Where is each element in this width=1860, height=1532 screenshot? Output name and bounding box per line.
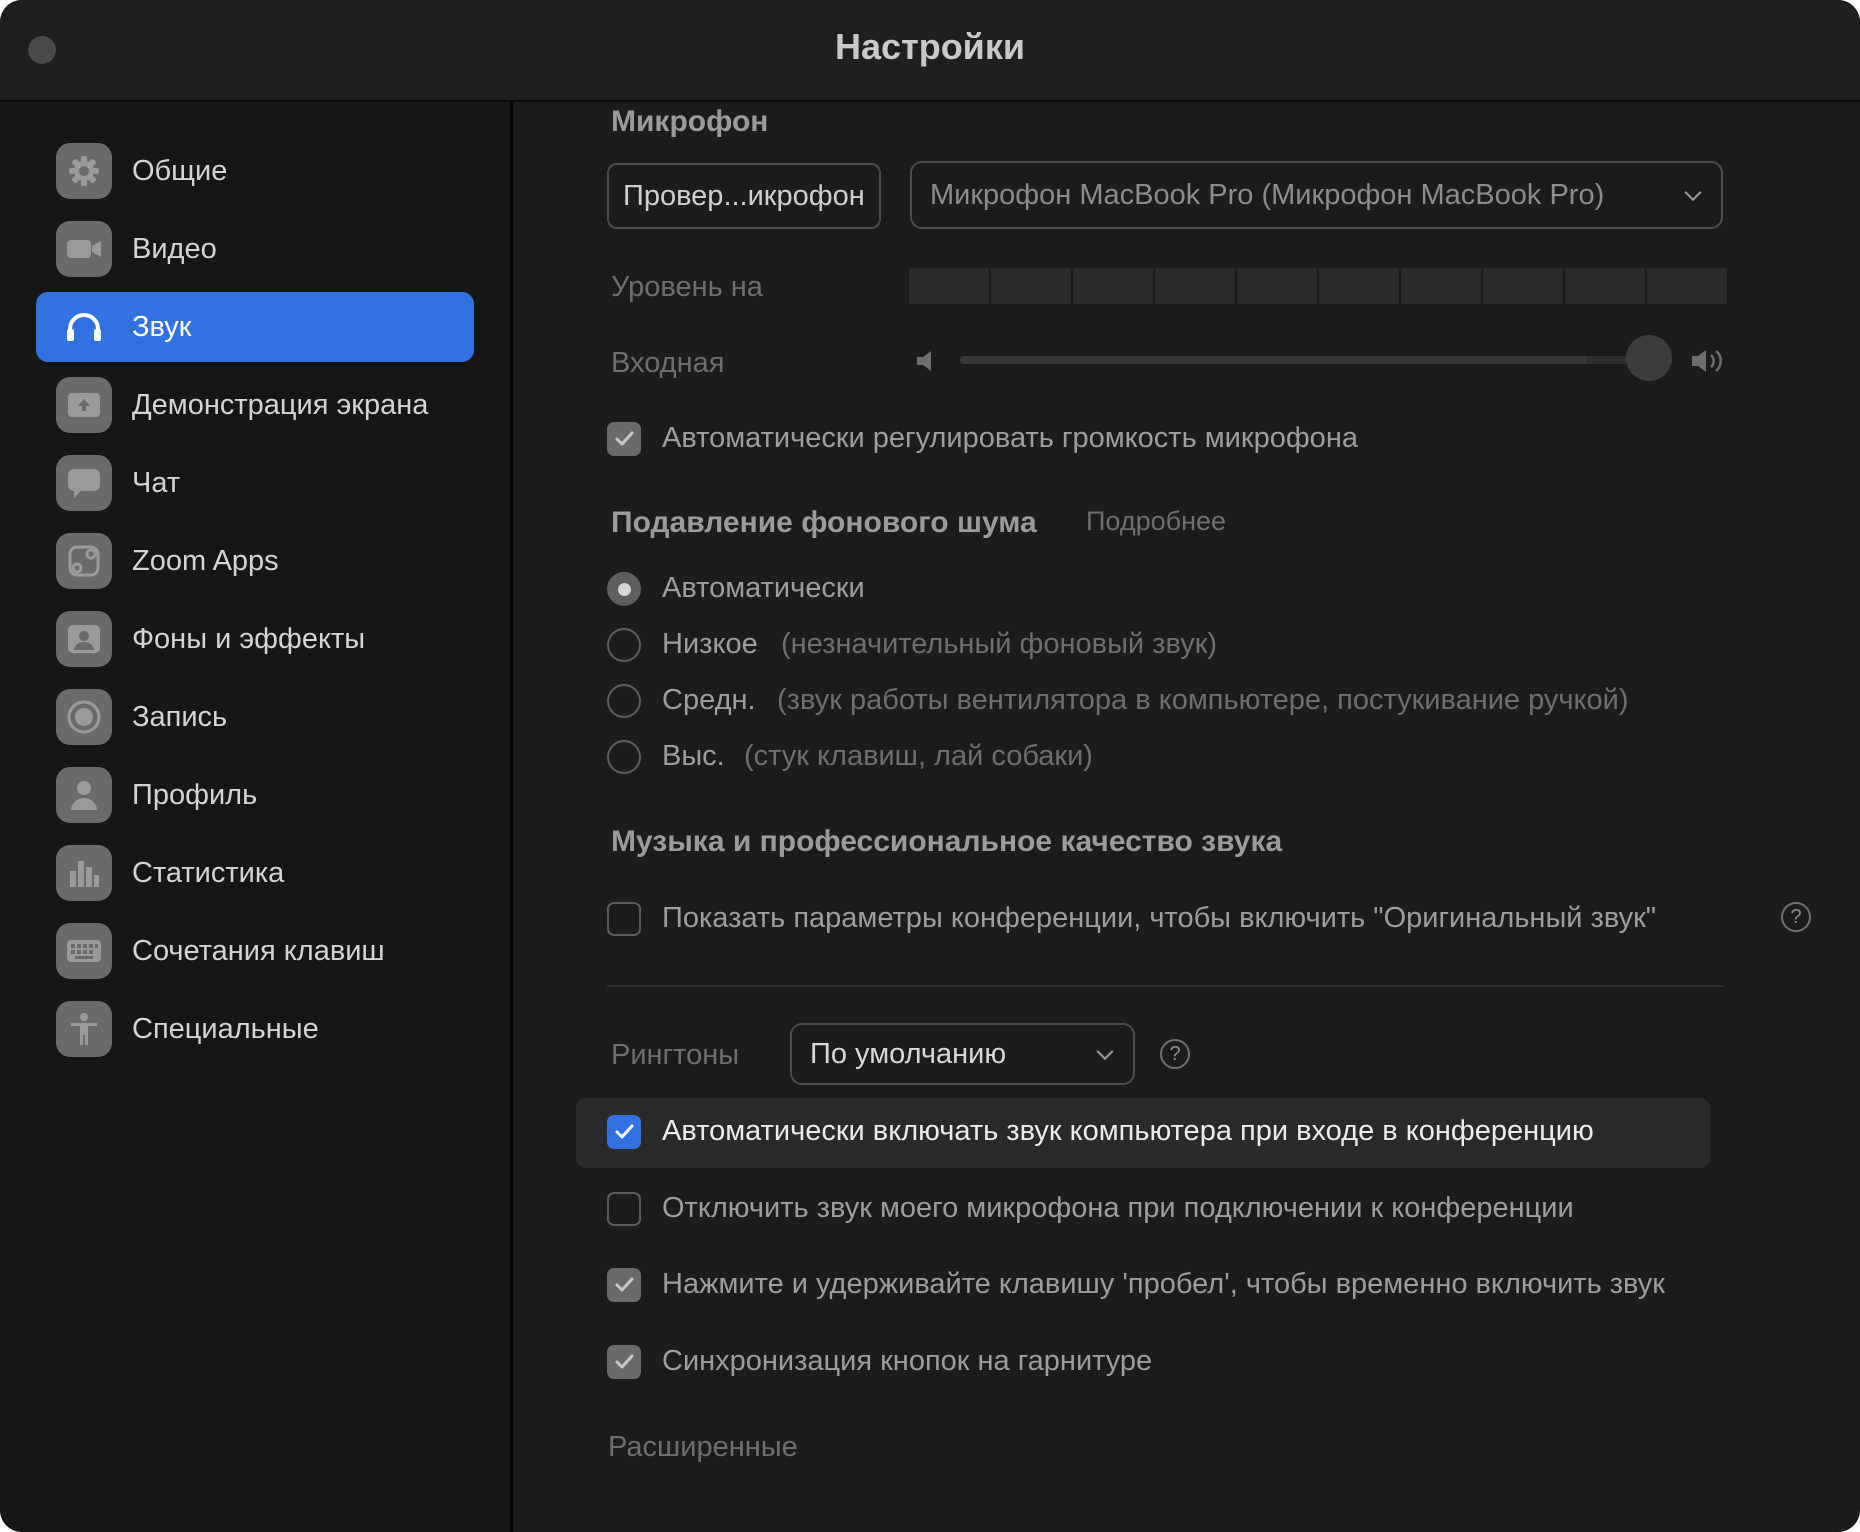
gear-icon bbox=[56, 143, 112, 199]
sidebar-item-label: Общие bbox=[132, 155, 228, 187]
noise-radio-medium[interactable] bbox=[607, 684, 641, 718]
noise-more-link[interactable]: Подробнее bbox=[1086, 506, 1226, 537]
sidebar-item-backgrounds[interactable]: Фоны и эффекты bbox=[36, 604, 474, 674]
auto-adjust-volume-label: Автоматически регулировать громкость мик… bbox=[662, 422, 1358, 454]
apps-icon bbox=[56, 533, 112, 589]
sidebar-item-label: Видео bbox=[132, 233, 217, 265]
volume-low-icon bbox=[915, 348, 939, 379]
help-icon[interactable]: ? bbox=[1781, 902, 1811, 932]
sidebar-item-statistics[interactable]: Статистика bbox=[36, 838, 474, 908]
sidebar-item-label: Звук bbox=[132, 311, 192, 343]
original-sound-label: Показать параметры конференции, чтобы вк… bbox=[662, 902, 1657, 934]
noise-radio-auto[interactable] bbox=[607, 572, 641, 606]
push-to-talk-checkbox[interactable] bbox=[607, 1268, 641, 1302]
sidebar-item-share-screen[interactable]: Демонстрация экрана bbox=[36, 370, 474, 440]
section-divider bbox=[607, 985, 1724, 987]
keyboard-icon bbox=[56, 923, 112, 979]
sidebar-item-zoom-apps[interactable]: Zoom Apps bbox=[36, 526, 474, 596]
title-bar: Настройки bbox=[0, 0, 1860, 102]
noise-option-label: Средн. bbox=[662, 684, 756, 716]
bar-chart-icon bbox=[56, 845, 112, 901]
microphone-device-select[interactable]: Микрофон MacBook Pro (Микрофон MacBook P… bbox=[910, 161, 1723, 229]
sidebar-item-accessibility[interactable]: Специальные bbox=[36, 994, 474, 1064]
sidebar: Общие Видео Звук Демонстрация экрана Чат bbox=[0, 102, 513, 1532]
ringtones-label: Рингтоны bbox=[611, 1039, 740, 1071]
checkmark-icon bbox=[615, 1124, 634, 1139]
sidebar-item-label: Статистика bbox=[132, 857, 285, 889]
input-volume-label: Входная bbox=[611, 347, 725, 379]
microphone-section-title: Микрофон bbox=[611, 105, 769, 138]
noise-radio-low[interactable] bbox=[607, 628, 641, 662]
sidebar-item-recording[interactable]: Запись bbox=[36, 682, 474, 752]
sidebar-item-audio[interactable]: Звук bbox=[36, 292, 474, 362]
audio-settings-panel: Микрофон Провер...икрофон Микрофон MacBo… bbox=[513, 102, 1860, 1532]
share-screen-icon bbox=[56, 377, 112, 433]
test-microphone-button[interactable]: Провер...икрофон bbox=[607, 163, 881, 229]
portrait-icon bbox=[56, 611, 112, 667]
chat-bubble-icon bbox=[56, 455, 112, 511]
noise-option-hint: (незначительный фоновый звук) bbox=[781, 628, 1218, 660]
mute-on-join-label: Отключить звук моего микрофона при подкл… bbox=[662, 1192, 1574, 1224]
ringtones-select[interactable]: По умолчанию bbox=[790, 1023, 1135, 1085]
music-section-title: Музыка и профессиональное качество звука bbox=[611, 825, 1283, 858]
input-volume-slider-thumb[interactable] bbox=[1626, 335, 1672, 381]
record-icon bbox=[56, 689, 112, 745]
checkmark-icon bbox=[615, 431, 634, 446]
headset-sync-label: Синхронизация кнопок на гарнитуре bbox=[662, 1345, 1153, 1377]
sidebar-item-profile[interactable]: Профиль bbox=[36, 760, 474, 830]
auto-join-audio-checkbox[interactable] bbox=[607, 1115, 641, 1149]
sidebar-item-chat[interactable]: Чат bbox=[36, 448, 474, 518]
mute-on-join-checkbox[interactable] bbox=[607, 1192, 641, 1226]
sidebar-item-label: Профиль bbox=[132, 779, 258, 811]
sidebar-item-general[interactable]: Общие bbox=[36, 136, 474, 206]
input-level-meter bbox=[909, 268, 1727, 304]
video-camera-icon bbox=[56, 221, 112, 277]
sidebar-item-video[interactable]: Видео bbox=[36, 214, 474, 284]
volume-high-icon bbox=[1690, 346, 1728, 381]
auto-adjust-volume-checkbox[interactable] bbox=[607, 422, 641, 456]
push-to-talk-label: Нажмите и удерживайте клавишу 'пробел', … bbox=[662, 1268, 1665, 1300]
original-sound-checkbox[interactable] bbox=[607, 902, 641, 936]
person-icon bbox=[56, 767, 112, 823]
noise-suppression-title: Подавление фонового шума bbox=[611, 506, 1037, 539]
noise-option-hint: (стук клавиш, лай собаки) bbox=[744, 740, 1093, 772]
chevron-down-icon bbox=[1096, 1043, 1114, 1061]
chevron-down-icon bbox=[1684, 184, 1702, 202]
accessibility-icon bbox=[56, 1001, 112, 1057]
checkmark-icon bbox=[615, 1354, 634, 1369]
input-level-label: Уровень на bbox=[611, 271, 763, 303]
help-icon[interactable]: ? bbox=[1160, 1039, 1190, 1069]
checkmark-icon bbox=[615, 1277, 634, 1292]
auto-join-audio-label: Автоматически включать звук компьютера п… bbox=[662, 1115, 1594, 1147]
advanced-settings-button[interactable]: Расширенные bbox=[608, 1431, 798, 1464]
noise-option-label: Выс. bbox=[662, 740, 725, 772]
settings-window: Настройки Общие Видео Звук Демонстрация … bbox=[0, 0, 1860, 1532]
noise-option-label: Низкое bbox=[662, 628, 758, 660]
input-volume-slider-fill bbox=[960, 356, 1588, 364]
input-volume-slider-track[interactable] bbox=[960, 356, 1642, 364]
sidebar-item-shortcuts[interactable]: Сочетания клавиш bbox=[36, 916, 474, 986]
sidebar-item-label: Запись bbox=[132, 701, 228, 733]
sidebar-item-label: Zoom Apps bbox=[132, 545, 279, 577]
headset-sync-checkbox[interactable] bbox=[607, 1345, 641, 1379]
sidebar-item-label: Сочетания клавиш bbox=[132, 935, 385, 967]
window-title: Настройки bbox=[835, 26, 1025, 67]
ringtones-value: По умолчанию bbox=[810, 1037, 1007, 1070]
sidebar-item-label: Чат bbox=[132, 467, 181, 499]
sidebar-item-label: Демонстрация экрана bbox=[132, 389, 429, 421]
noise-radio-high[interactable] bbox=[607, 740, 641, 774]
microphone-device-value: Микрофон MacBook Pro (Микрофон MacBook P… bbox=[930, 178, 1605, 211]
sidebar-item-label: Фоны и эффекты bbox=[132, 623, 366, 655]
headphones-icon bbox=[56, 299, 112, 355]
sidebar-item-label: Специальные bbox=[132, 1013, 319, 1045]
noise-option-hint: (звук работы вентилятора в компьютере, п… bbox=[777, 684, 1629, 716]
noise-option-label: Автоматически bbox=[662, 572, 865, 604]
